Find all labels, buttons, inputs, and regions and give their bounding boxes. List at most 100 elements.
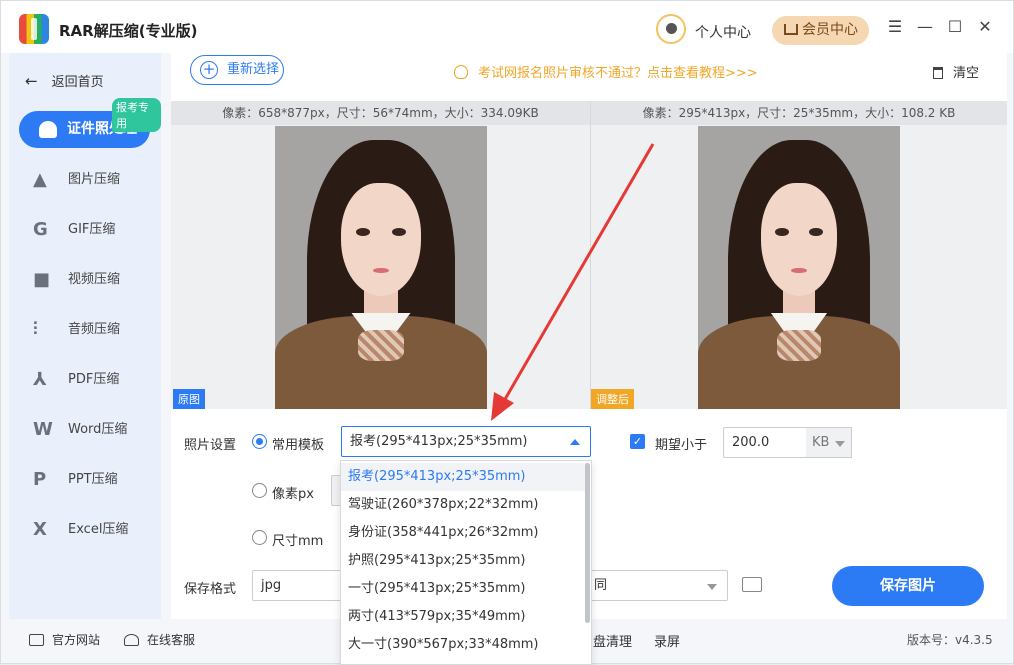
- gif-icon: G: [33, 219, 48, 240]
- back-label: 返回首页: [51, 75, 104, 90]
- save-image-button[interactable]: 保存图片: [832, 566, 984, 606]
- expect-value: 200.0: [732, 435, 770, 450]
- dropdown-option[interactable]: 报考(295*413px;25*35mm): [341, 463, 587, 491]
- format-value: jpg: [261, 578, 282, 593]
- user-center-link[interactable]: 个人中心: [695, 22, 751, 42]
- headset-icon: [124, 634, 139, 646]
- sidebar-item-label: GIF压缩: [68, 222, 116, 237]
- pdf-icon: ⅄: [33, 369, 47, 390]
- sidebar-item-video-compress[interactable]: ■ 视频压缩: [33, 268, 153, 292]
- plus-icon: +: [200, 61, 218, 79]
- trash-icon: [933, 67, 943, 79]
- dropdown-scrollbar[interactable]: [585, 463, 590, 623]
- sidebar-item-ppt-compress[interactable]: P PPT压缩: [33, 468, 153, 492]
- format-select[interactable]: jpg: [252, 570, 344, 601]
- adjusted-photo: [698, 126, 900, 409]
- chevron-up-icon: [570, 439, 580, 445]
- output-value: 同: [594, 578, 608, 593]
- app-title: RAR解压缩(专业版): [59, 22, 198, 40]
- output-select[interactable]: 同: [586, 570, 728, 601]
- service-label: 在线客服: [147, 633, 196, 647]
- lightbulb-icon: [454, 65, 468, 79]
- menu-icon[interactable]: ☰: [886, 18, 904, 36]
- clear-label: 清空: [953, 66, 980, 81]
- online-service-link[interactable]: 在线客服: [124, 631, 195, 648]
- app-window: RAR解压缩(专业版) 个人中心 会员中心 ☰ — ☐ ✕ ← 返回首页 证件照处…: [0, 0, 1014, 665]
- photo-settings-label: 照片设置: [184, 438, 237, 453]
- record-link[interactable]: 录屏: [654, 631, 680, 650]
- disk-clean-link[interactable]: 盘清理: [593, 631, 632, 650]
- pixel-label: 像素px: [272, 487, 314, 502]
- word-icon: W: [33, 419, 53, 440]
- sidebar-item-label: PDF压缩: [68, 372, 120, 387]
- dropdown-option[interactable]: 两寸(413*579px;35*49mm): [341, 603, 587, 631]
- sidebar-item-label: 音频压缩: [68, 322, 121, 337]
- adjusted-tag: 调整后: [591, 389, 634, 409]
- clear-button[interactable]: 清空: [933, 62, 979, 81]
- sidebar-item-excel-compress[interactable]: X Excel压缩: [33, 518, 153, 542]
- sidebar-item-label: 视频压缩: [68, 272, 121, 287]
- sidebar: ← 返回首页 证件照处理 报考专用 ▲ 图片压缩 G GIF压缩 ■ 视频压缩 ⫶ 音频压…: [9, 53, 161, 619]
- official-website-link[interactable]: 官方网站: [29, 631, 100, 648]
- folder-icon[interactable]: [742, 577, 762, 592]
- back-home-link[interactable]: ← 返回首页: [25, 71, 104, 90]
- sidebar-item-gif-compress[interactable]: G GIF压缩: [33, 218, 153, 242]
- reselect-label: 重新选择: [227, 62, 280, 77]
- excel-icon: X: [33, 519, 47, 540]
- monitor-icon: [29, 634, 44, 646]
- chevron-down-icon: [707, 584, 717, 590]
- sidebar-item-label: Word压缩: [68, 422, 128, 437]
- tutorial-tip-link[interactable]: 考试网报名照片审核不通过？点击查看教程>>>: [454, 62, 758, 81]
- audio-icon: ⫶: [33, 319, 38, 340]
- template-radio[interactable]: [252, 434, 267, 449]
- expect-size-input[interactable]: 200.0: [723, 427, 807, 458]
- dropdown-option[interactable]: 身份证(358*441px;26*32mm): [341, 519, 587, 547]
- unit-select[interactable]: KB: [806, 427, 852, 458]
- reselect-button[interactable]: + 重新选择: [190, 55, 284, 85]
- sidebar-item-label: Excel压缩: [68, 522, 129, 537]
- adjusted-info: 像素：295*413px，尺寸：25*35mm，大小：108.2 KB: [591, 101, 1007, 125]
- sidebar-item-pdf-compress[interactable]: ⅄ PDF压缩: [33, 368, 153, 392]
- version-label: 版本号：v4.3.5: [907, 633, 993, 647]
- adjusted-panel: 像素：295*413px，尺寸：25*35mm，大小：108.2 KB 调整后: [591, 101, 1007, 409]
- vip-label: 会员中心: [802, 22, 858, 38]
- chevron-down-icon: [835, 441, 845, 447]
- tip-text: 考试网报名照片审核不通过？点击查看教程>>>: [478, 66, 758, 81]
- expect-label: 期望小于: [655, 438, 708, 453]
- dropdown-option[interactable]: 一寸(295*413px;25*35mm): [341, 575, 587, 603]
- sidebar-item-word-compress[interactable]: W Word压缩: [33, 418, 153, 442]
- pixel-radio[interactable]: [252, 483, 267, 498]
- crown-icon: [784, 24, 798, 35]
- dropdown-option[interactable]: 驾驶证(260*378px;22*32mm): [341, 491, 587, 519]
- dropdown-option[interactable]: 大一寸(390*567px;33*48mm): [341, 631, 587, 659]
- close-button[interactable]: ✕: [976, 18, 994, 36]
- sidebar-item-label: 图片压缩: [68, 172, 121, 187]
- dropdown-option[interactable]: 护照(295*413px;25*35mm): [341, 547, 587, 575]
- template-dropdown: 报考(295*413px;25*35mm) 驾驶证(260*378px;22*3…: [340, 460, 592, 665]
- sidebar-item-label: PPT压缩: [68, 472, 118, 487]
- template-select[interactable]: 报考(295*413px;25*35mm): [341, 426, 591, 457]
- maximize-button[interactable]: ☐: [946, 18, 964, 36]
- ppt-icon: P: [33, 469, 47, 490]
- expect-checkbox[interactable]: ✓: [630, 434, 645, 449]
- title-bar: RAR解压缩(专业版) 个人中心 会员中心 ☰ — ☐ ✕: [1, 1, 1013, 53]
- arrow-left-icon: ←: [25, 72, 38, 90]
- sidebar-item-image-compress[interactable]: ▲ 图片压缩: [33, 168, 153, 192]
- sidebar-item-audio-compress[interactable]: ⫶ 音频压缩: [33, 318, 153, 342]
- save-format-label: 保存格式: [184, 582, 237, 597]
- exam-badge: 报考专用: [112, 98, 161, 132]
- size-radio[interactable]: [252, 530, 267, 545]
- original-photo: [275, 126, 487, 409]
- unit-value: KB: [812, 435, 830, 450]
- user-avatar[interactable]: [656, 14, 686, 44]
- original-info: 像素：658*877px，尺寸：56*74mm，大小：334.09KB: [171, 101, 590, 125]
- original-tag: 原图: [173, 389, 205, 409]
- template-label: 常用模板: [272, 438, 325, 453]
- template-value: 报考(295*413px;25*35mm): [350, 434, 528, 449]
- app-logo-icon: [19, 14, 49, 44]
- image-icon: ▲: [33, 169, 47, 190]
- person-id-icon: [39, 121, 57, 138]
- vip-center-button[interactable]: 会员中心: [772, 16, 869, 45]
- size-label: 尺寸mm: [272, 534, 324, 549]
- minimize-button[interactable]: —: [916, 18, 934, 36]
